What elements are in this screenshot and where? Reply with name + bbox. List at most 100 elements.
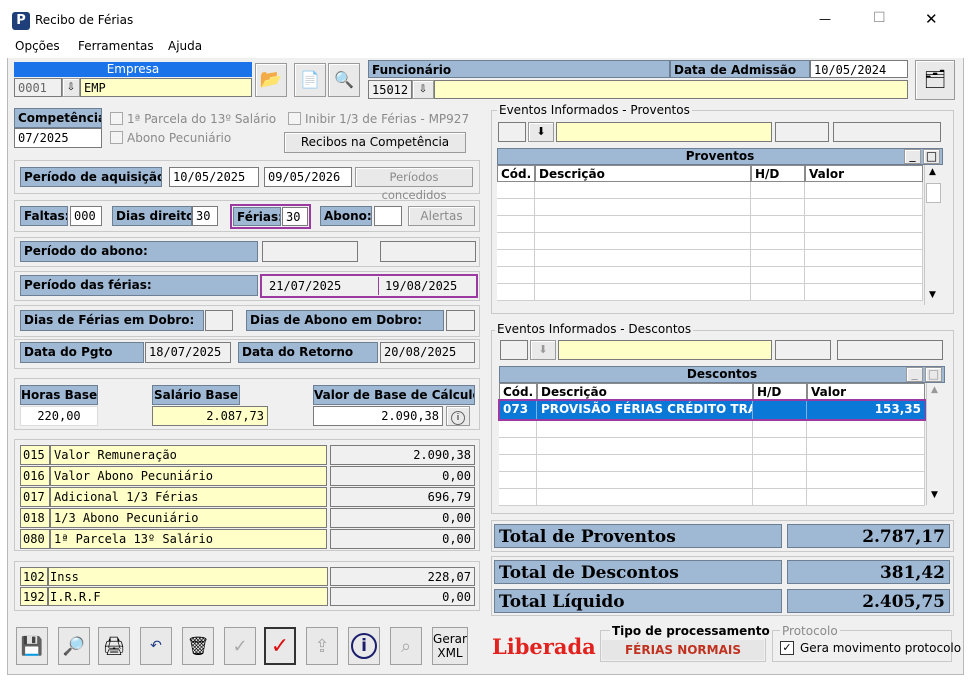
ferias-field[interactable]: 30: [282, 207, 308, 226]
menu-ajuda[interactable]: Ajuda: [168, 39, 202, 53]
grid-cell[interactable]: [535, 182, 751, 199]
grid-cell[interactable]: [537, 421, 753, 438]
grid-cell[interactable]: [499, 438, 537, 455]
proventos-desc-field[interactable]: [556, 122, 772, 142]
grid-cell[interactable]: [497, 199, 535, 216]
grid-cell[interactable]: [497, 233, 535, 250]
grid-cell[interactable]: [499, 489, 537, 506]
funcionario-code-field[interactable]: 15012: [368, 80, 412, 99]
grid-cell[interactable]: [805, 182, 923, 199]
close-button[interactable]: ✕: [925, 10, 938, 28]
selected-row-cell[interactable]: [753, 401, 807, 419]
descontos-value-field[interactable]: [837, 340, 943, 360]
grid-cell[interactable]: [751, 250, 805, 267]
grid-cell[interactable]: [807, 489, 925, 506]
descontos-maximize-button[interactable]: □: [925, 367, 942, 382]
proventos-maximize-button[interactable]: □: [923, 149, 940, 164]
grid-cell[interactable]: [751, 182, 805, 199]
protocolo-checkbox[interactable]: ✓: [780, 641, 794, 655]
competencia-field[interactable]: 07/2025: [14, 128, 102, 148]
column-header[interactable]: Valor: [805, 165, 923, 182]
column-header[interactable]: H/D: [753, 383, 807, 400]
grid-cell[interactable]: [535, 199, 751, 216]
aquisicao-end-field[interactable]: 09/05/2026: [264, 167, 352, 187]
funcionario-lookup-button[interactable]: ⇩: [412, 80, 434, 99]
info-button[interactable]: i: [348, 627, 380, 665]
grid-cell[interactable]: [535, 250, 751, 267]
maximize-button[interactable]: ☐: [873, 10, 886, 26]
approve-button[interactable]: ✓: [264, 627, 296, 665]
column-header[interactable]: Valor: [807, 383, 925, 400]
grid-cell[interactable]: [805, 250, 923, 267]
proventos-hd-field[interactable]: [775, 122, 829, 142]
grid-cell[interactable]: [805, 216, 923, 233]
grid-cell[interactable]: [807, 438, 925, 455]
scroll-up-icon[interactable]: ▲: [931, 385, 938, 395]
ferias-dobro-field[interactable]: [205, 310, 233, 331]
base-calculo-field[interactable]: 2.090,38: [313, 406, 443, 426]
export-button[interactable]: ⇪: [306, 627, 338, 665]
grid-cell[interactable]: [537, 455, 753, 472]
proventos-code-field[interactable]: [498, 122, 526, 142]
grid-cell[interactable]: [805, 199, 923, 216]
alertas-button[interactable]: Alertas: [408, 206, 475, 226]
minimize-button[interactable]: —: [819, 12, 831, 26]
parcela13-checkbox[interactable]: [110, 112, 123, 125]
column-header[interactable]: Cód.: [499, 383, 537, 400]
scroll-down-icon[interactable]: ▼: [929, 290, 936, 300]
search-document-button[interactable]: 🔍: [328, 63, 360, 97]
open-folder-button[interactable]: 📂: [255, 63, 287, 97]
grid-cell[interactable]: [499, 472, 537, 489]
descontos-code-field[interactable]: [500, 340, 528, 360]
aquisicao-start-field[interactable]: 10/05/2025: [169, 167, 259, 187]
grid-cell[interactable]: [753, 438, 807, 455]
grid-cell[interactable]: [807, 472, 925, 489]
delete-button[interactable]: 🗑: [182, 627, 214, 665]
grid-cell[interactable]: [753, 455, 807, 472]
selected-row-cell[interactable]: 073: [499, 401, 537, 419]
selected-row-cell[interactable]: PROVISÃO FÉRIAS CRÉDITO TRAB: [537, 401, 753, 419]
periodo-abono-end-field[interactable]: [380, 241, 476, 262]
grid-cell[interactable]: [537, 472, 753, 489]
proventos-minimize-button[interactable]: _: [904, 149, 921, 164]
grid-cell[interactable]: [753, 472, 807, 489]
grid-cell[interactable]: [499, 421, 537, 438]
grid-cell[interactable]: [535, 233, 751, 250]
grid-cell[interactable]: [751, 284, 805, 301]
proventos-lookup-button[interactable]: ⬇: [528, 122, 554, 142]
print-button[interactable]: 🖨: [98, 627, 130, 665]
empresa-lookup-button[interactable]: ⇩: [62, 78, 80, 97]
periodo-abono-start-field[interactable]: [262, 241, 358, 262]
column-header[interactable]: H/D: [751, 165, 805, 182]
funcionario-details-button[interactable]: 🗂: [915, 60, 955, 100]
periodos-concedidos-button[interactable]: Períodos concedidos: [355, 167, 473, 202]
grid-cell[interactable]: [805, 284, 923, 301]
grid-cell[interactable]: [497, 182, 535, 199]
grid-cell[interactable]: [535, 267, 751, 284]
descontos-desc-field[interactable]: [558, 340, 772, 360]
grid-cell[interactable]: [537, 489, 753, 506]
pgto-field[interactable]: 18/07/2025: [145, 342, 231, 363]
grid-cell[interactable]: [497, 250, 535, 267]
descontos-minimize-button[interactable]: _: [906, 367, 923, 382]
grid-cell[interactable]: [751, 216, 805, 233]
abono-checkbox[interactable]: [110, 131, 123, 144]
inibir-checkbox[interactable]: [288, 112, 301, 125]
grid-cell[interactable]: [751, 199, 805, 216]
descontos-hd-field[interactable]: [775, 340, 831, 360]
grid-cell[interactable]: [497, 267, 535, 284]
grid-cell[interactable]: [753, 489, 807, 506]
grid-cell[interactable]: [499, 455, 537, 472]
grid-cell[interactable]: [497, 216, 535, 233]
admissao-field[interactable]: 10/05/2024: [810, 60, 908, 78]
periodo-ferias-end-field[interactable]: 19/08/2025: [378, 277, 475, 295]
menu-opcoes[interactable]: Opções: [15, 39, 60, 53]
base-calculo-info-button[interactable]: i: [446, 406, 470, 426]
empresa-name-field[interactable]: EMP: [80, 78, 252, 97]
abono-dobro-field[interactable]: [446, 310, 475, 331]
scroll-thumb[interactable]: [926, 183, 941, 203]
search-button[interactable]: 🔎: [58, 627, 90, 665]
grid-cell[interactable]: [537, 438, 753, 455]
grid-cell[interactable]: [497, 284, 535, 301]
retorno-field[interactable]: 20/08/2025: [380, 342, 475, 363]
